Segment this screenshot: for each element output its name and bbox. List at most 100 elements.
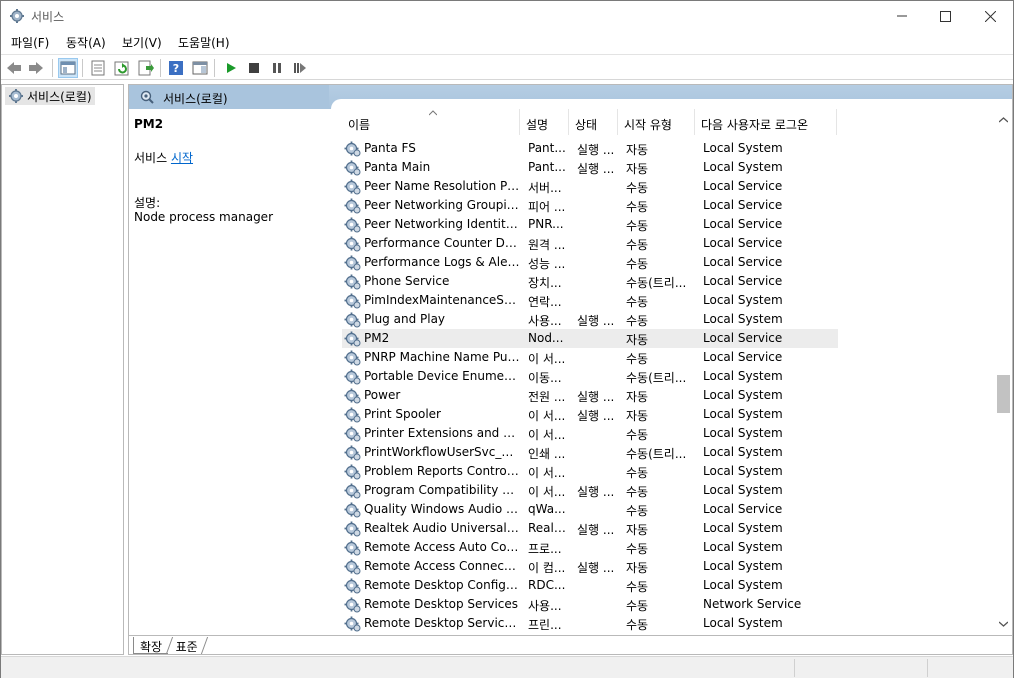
tab-standard-label: 표준 xyxy=(175,640,198,654)
tree-node-services-local[interactable]: 서비스(로컬) xyxy=(5,87,95,105)
tab-standard[interactable]: 표준 xyxy=(165,637,209,654)
table-row[interactable]: Print Spooler 이 서... 실행 ... 자동 Local System xyxy=(342,405,838,424)
service-gear-icon xyxy=(344,292,361,309)
column-header-startup-type[interactable]: 시작 유형 xyxy=(618,109,695,135)
column-header-name[interactable]: 이름 xyxy=(342,109,520,135)
forward-button[interactable] xyxy=(26,58,46,78)
table-row[interactable]: Peer Networking Grouping 피어 ... 수동 Local Se… xyxy=(342,196,838,215)
column-header-status-label: 상태 xyxy=(575,118,598,132)
service-action-line: 서비스 시작 xyxy=(134,149,193,166)
back-button[interactable] xyxy=(4,58,24,78)
table-row[interactable]: Remote Access Connection... 이 컴... 실행 ... 자… xyxy=(342,557,838,576)
table-row[interactable]: Panta FS Pant... 실행 ... 자동 Local System xyxy=(342,139,838,158)
table-row[interactable]: Remote Desktop Services 사용... 수동 Network Se… xyxy=(342,595,838,614)
table-row[interactable]: Remote Access Auto Conn... 프로... 수동 Local S… xyxy=(342,538,838,557)
restart-service-button[interactable] xyxy=(290,58,310,78)
service-name: Power xyxy=(364,388,401,402)
service-startup-type: 수동 xyxy=(626,238,649,252)
properties-button[interactable] xyxy=(88,58,108,78)
table-row[interactable]: Realtek Audio Universal Ser... Realt... 실행… xyxy=(342,519,838,538)
service-logon-as: Local System xyxy=(703,521,783,535)
service-gear-icon xyxy=(344,520,361,537)
tab-extended-label: 확장 xyxy=(140,640,163,654)
table-row[interactable]: PM2 Nod... 자동 Local Service xyxy=(342,329,838,348)
scroll-down-button[interactable] xyxy=(995,615,1012,632)
column-header-name-label: 이름 xyxy=(348,118,371,132)
table-row[interactable]: Remote Desktop Services ... 프린... 수동 Local … xyxy=(342,614,838,633)
services-gear-icon xyxy=(8,88,24,107)
table-row[interactable]: Program Compatibility Assi... 이 서... 실행 ..… xyxy=(342,481,838,500)
table-row[interactable]: Performance Logs & Alerts 성능 ... 수동 Local S… xyxy=(342,253,838,272)
table-row[interactable]: Power 전원 ... 실행 ... 자동 Local System xyxy=(342,386,838,405)
service-logon-as: Local System xyxy=(703,464,783,478)
scroll-up-button[interactable] xyxy=(995,111,1012,128)
status-separator xyxy=(927,659,928,677)
service-startup-type: 수동 xyxy=(626,200,649,214)
table-row[interactable]: Peer Name Resolution Prot... 서버... 수동 Local… xyxy=(342,177,838,196)
service-gear-icon xyxy=(344,596,361,613)
column-header-logon-as[interactable]: 다음 사용자로 로그온 xyxy=(695,109,837,135)
menu-file[interactable]: 파일(F) xyxy=(11,34,49,51)
service-description: 원격 ... xyxy=(528,238,566,252)
refresh-icon xyxy=(114,61,129,76)
table-row[interactable]: PrintWorkflowUserSvc_617... 인쇄 ... 수동(트리..… xyxy=(342,443,838,462)
table-row[interactable]: Remote Desktop Configura... RDC... 수동 Local… xyxy=(342,576,838,595)
table-row[interactable]: Performance Counter DLL ... 원격 ... 수동 Local… xyxy=(342,234,838,253)
table-row[interactable]: PNRP Machine Name Publi... 이 서... 수동 Local … xyxy=(342,348,838,367)
service-name: Performance Logs & Alerts xyxy=(364,255,520,269)
menu-view[interactable]: 보기(V) xyxy=(122,34,162,51)
service-startup-type: 자동 xyxy=(626,333,649,347)
help-button[interactable]: ? xyxy=(166,58,186,78)
start-service-link[interactable]: 시작 xyxy=(171,151,193,165)
minimize-icon xyxy=(897,15,907,17)
service-gear-icon xyxy=(344,577,361,594)
service-description: Realt... xyxy=(528,521,570,535)
scrollbar-thumb[interactable] xyxy=(997,375,1010,413)
table-row[interactable]: Quality Windows Audio Vi... qWa... 수동 Local… xyxy=(342,500,838,519)
vertical-scrollbar[interactable] xyxy=(995,109,1012,635)
tab-extended[interactable]: 확장 xyxy=(133,637,169,654)
service-name: Program Compatibility Assi... xyxy=(364,483,520,497)
service-startup-type: 수동(트리... xyxy=(626,371,687,385)
service-startup-type: 수동 xyxy=(626,599,649,613)
table-row[interactable]: Panta Main Pant... 실행 ... 자동 Local System xyxy=(342,158,838,177)
service-logon-as: Local Service xyxy=(703,331,783,345)
service-name: Remote Desktop Services ... xyxy=(364,616,520,630)
console-tree-button[interactable] xyxy=(58,58,78,78)
pane-header-tab xyxy=(129,85,339,109)
pause-service-icon xyxy=(273,63,281,73)
menu-help[interactable]: 도움말(H) xyxy=(178,34,230,51)
export-list-button[interactable] xyxy=(136,58,156,78)
service-startup-type: 수동 xyxy=(626,485,649,499)
table-row[interactable]: Peer Networking Identity ... PNR... 수동 Loca… xyxy=(342,215,838,234)
table-row[interactable]: Portable Device Enumerato... 이동... 수동(트리..… xyxy=(342,367,838,386)
service-gear-icon xyxy=(344,501,361,518)
column-header-description[interactable]: 설명 xyxy=(520,109,569,135)
table-row[interactable]: Plug and Play 사용... 실행 ... 수동 Local System xyxy=(342,310,838,329)
pause-service-button[interactable] xyxy=(267,58,287,78)
menu-bar: 파일(F) 동작(A) 보기(V) 도움말(H) xyxy=(1,31,1013,53)
service-logon-as: Local System xyxy=(703,388,783,402)
column-header-status[interactable]: 상태 xyxy=(569,109,618,135)
service-gear-icon xyxy=(344,197,361,214)
service-startup-type: 수동 xyxy=(626,618,649,632)
table-row[interactable]: PimIndexMaintenanceSvc_... 연락... 수동 Local S… xyxy=(342,291,838,310)
minimize-button[interactable] xyxy=(879,1,925,31)
column-header-description-label: 설명 xyxy=(526,118,549,132)
action-pane-button[interactable] xyxy=(190,58,210,78)
service-name: Performance Counter DLL ... xyxy=(364,236,520,250)
window-title: 서비스 xyxy=(31,10,65,24)
menu-action[interactable]: 동작(A) xyxy=(66,34,106,51)
close-button[interactable] xyxy=(967,1,1013,31)
table-row[interactable]: Printer Extensions and Noti... 이 서... 수동 Lo… xyxy=(342,424,838,443)
refresh-button[interactable] xyxy=(112,58,132,78)
stop-service-button[interactable] xyxy=(244,58,264,78)
service-name: PimIndexMaintenanceSvc_... xyxy=(364,293,520,307)
service-description: 사용... xyxy=(528,314,562,328)
table-row[interactable]: Problem Reports Control P... 이 서... 수동 Loca… xyxy=(342,462,838,481)
start-service-button[interactable] xyxy=(221,58,241,78)
table-row[interactable]: Phone Service 장치... 수동(트리... Local Service xyxy=(342,272,838,291)
title-bar[interactable]: 서비스 xyxy=(1,1,1013,31)
view-tabs: 확장 표준 xyxy=(129,635,1012,654)
maximize-button[interactable] xyxy=(922,1,968,31)
